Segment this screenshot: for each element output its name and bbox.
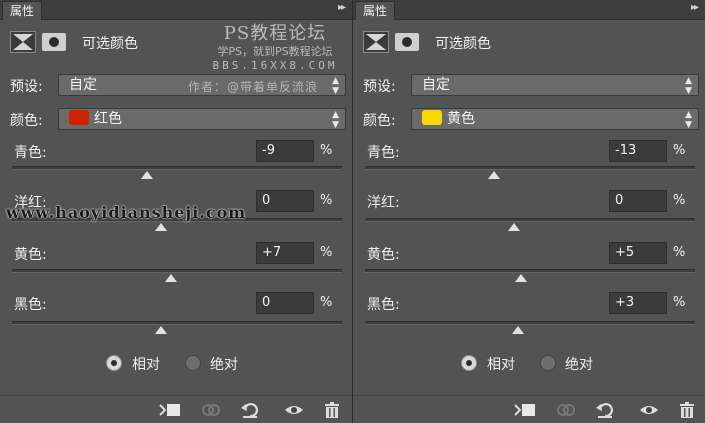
percent-sign: % — [320, 193, 333, 208]
color-select-value: 黄色 — [447, 111, 475, 127]
color-select-value: 红色 — [94, 111, 122, 127]
radio-absolute[interactable] — [540, 355, 556, 371]
yellow-slider-track[interactable] — [12, 269, 342, 273]
preset-select-value: 自定 — [69, 77, 97, 93]
color-swatch — [422, 110, 442, 125]
method-radio-group: 相对 绝对 — [0, 352, 352, 374]
slider-label-yellow: 黄色: — [14, 247, 47, 263]
yellow-value-input[interactable]: +5 — [609, 242, 667, 264]
preset-label: 预设: — [10, 79, 43, 95]
slider-label-magenta: 洋红: — [367, 195, 400, 211]
selective-color-adjustment-icon — [10, 31, 36, 53]
radio-relative[interactable] — [106, 355, 122, 371]
cyan-value-input[interactable]: -13 — [609, 140, 667, 162]
site-watermark: PS教程论坛 学PS，就到PS教程论坛 BBS.16XX8.COM — [190, 24, 360, 73]
radio-absolute[interactable] — [185, 355, 201, 371]
layer-mask-icon[interactable] — [395, 33, 419, 51]
watermark-author: 作者：@带着单反流浪 — [188, 80, 319, 94]
preset-select[interactable]: 自定 ▲ ▼ — [411, 74, 699, 96]
slider-label-black: 黑色: — [367, 297, 400, 313]
preset-select-value: 自定 — [422, 77, 450, 93]
preset-label: 预设: — [363, 79, 396, 95]
cyan-slider-track[interactable] — [365, 166, 695, 170]
select-arrows-icon: ▲ ▼ — [332, 110, 339, 130]
radio-relative-label: 相对 — [487, 357, 515, 373]
percent-sign: % — [320, 245, 333, 260]
percent-sign: % — [673, 245, 686, 260]
color-select[interactable]: 红色 ▲ ▼ — [58, 108, 346, 130]
black-value-input[interactable]: +3 — [609, 292, 667, 314]
slider-label-black: 黑色: — [14, 297, 47, 313]
yellow-value-input[interactable]: +7 — [256, 242, 314, 264]
select-arrows-icon: ▲ ▼ — [685, 76, 692, 96]
select-arrows-icon: ▲ ▼ — [332, 76, 339, 96]
slider-label-cyan: 青色: — [14, 145, 47, 161]
panel-menu-icon[interactable]: ▸▸ — [691, 2, 699, 13]
yellow-slider-track[interactable] — [365, 269, 695, 273]
magenta-slider-thumb[interactable] — [507, 223, 520, 231]
eye-icon[interactable] — [639, 401, 659, 423]
color-select[interactable]: 黄色 ▲ ▼ — [411, 108, 699, 130]
watermark-url: www.haoyidiansheji.com — [6, 203, 247, 222]
tab-properties[interactable]: 属性 — [2, 1, 43, 20]
watermark-site-subtitle: 学PS，就到PS教程论坛 — [217, 45, 333, 58]
yellow-slider-thumb[interactable] — [164, 274, 177, 282]
color-label: 颜色: — [363, 113, 396, 129]
panel-titlebar: 属性 ▸▸ — [353, 0, 705, 20]
slider-label-cyan: 青色: — [367, 145, 400, 161]
reset-icon[interactable] — [240, 401, 260, 423]
black-slider-thumb[interactable] — [154, 326, 167, 334]
clip-to-layer-icon[interactable] — [158, 401, 182, 423]
magenta-value-input[interactable]: 0 — [609, 190, 667, 212]
cyan-slider-track[interactable] — [12, 166, 342, 170]
select-arrows-icon: ▲ ▼ — [685, 110, 692, 130]
trash-icon[interactable] — [678, 401, 696, 423]
reset-icon[interactable] — [595, 401, 615, 423]
percent-sign: % — [320, 295, 333, 310]
panel-bottom-toolbar — [353, 395, 705, 423]
method-radio-group: 相对 绝对 — [353, 352, 705, 374]
cyan-slider-thumb[interactable] — [488, 171, 501, 179]
radio-absolute-label: 绝对 — [210, 357, 238, 373]
color-label: 颜色: — [10, 113, 43, 129]
cyan-value-input[interactable]: -9 — [256, 140, 314, 162]
layer-mask-icon[interactable] — [42, 33, 66, 51]
view-previous-state-icon[interactable] — [554, 401, 578, 423]
black-slider-track[interactable] — [365, 321, 695, 325]
radio-relative[interactable] — [461, 355, 477, 371]
color-swatch — [69, 110, 89, 125]
clip-to-layer-icon[interactable] — [513, 401, 537, 423]
cyan-slider-thumb[interactable] — [141, 171, 154, 179]
radio-relative-label: 相对 — [132, 357, 160, 373]
properties-panel-right: 属性 ▸▸ 可选颜色 预设: 自定 ▲ ▼ 颜色: 黄色 ▲ ▼ 青色: -13 %… — [353, 0, 705, 423]
percent-sign: % — [673, 295, 686, 310]
panel-menu-icon[interactable]: ▸▸ — [338, 2, 346, 13]
percent-sign: % — [320, 143, 333, 158]
black-value-input[interactable]: 0 — [256, 292, 314, 314]
slider-label-yellow: 黄色: — [367, 247, 400, 263]
panel-bottom-toolbar — [0, 395, 352, 423]
panel-titlebar: 属性 ▸▸ — [0, 0, 352, 20]
black-slider-track[interactable] — [12, 321, 342, 325]
selective-color-adjustment-icon — [363, 31, 389, 53]
magenta-value-input[interactable]: 0 — [256, 190, 314, 212]
trash-icon[interactable] — [323, 401, 341, 423]
watermark-site-title: PS教程论坛 — [223, 23, 327, 44]
magenta-slider-track[interactable] — [365, 218, 695, 222]
adjustment-title: 可选颜色 — [82, 36, 138, 52]
tab-properties[interactable]: 属性 — [355, 1, 396, 20]
yellow-slider-thumb[interactable] — [514, 274, 527, 282]
black-slider-thumb[interactable] — [511, 326, 524, 334]
percent-sign: % — [673, 193, 686, 208]
adjustment-title: 可选颜色 — [435, 36, 491, 52]
radio-absolute-label: 绝对 — [565, 357, 593, 373]
view-previous-state-icon[interactable] — [199, 401, 223, 423]
watermark-bbs: BBS.16XX8.COM — [212, 59, 338, 72]
eye-icon[interactable] — [284, 401, 304, 423]
percent-sign: % — [673, 143, 686, 158]
magenta-slider-thumb[interactable] — [154, 223, 167, 231]
